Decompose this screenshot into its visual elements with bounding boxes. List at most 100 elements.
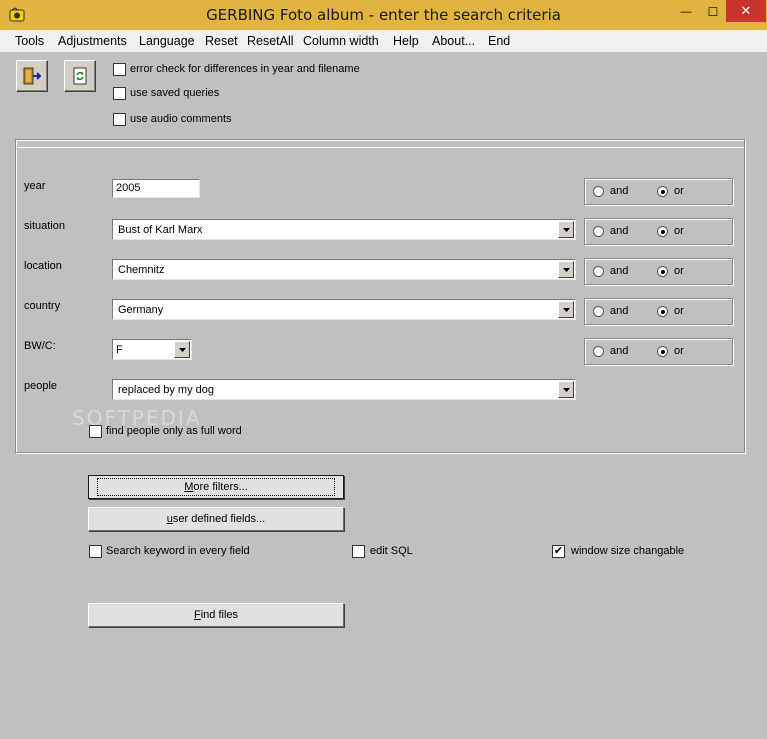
chevron-down-icon — [562, 227, 570, 232]
search-every-field-label: Search keyword in every field — [106, 545, 250, 557]
edit-sql-label: edit SQL — [370, 545, 413, 557]
and-label: and — [610, 185, 629, 197]
chevron-down-icon — [562, 267, 570, 272]
or-label: or — [674, 305, 684, 317]
audio-comments-checkbox[interactable] — [113, 113, 126, 126]
year-or-radio[interactable] — [657, 186, 668, 197]
user-defined-fields-label: user defined fields... — [167, 513, 265, 525]
location-value: Chemnitz — [118, 264, 165, 276]
country-dropdown-button[interactable] — [558, 301, 574, 318]
situation-logic-group: and or — [584, 218, 733, 245]
country-or-radio[interactable] — [657, 306, 668, 317]
or-label: or — [674, 225, 684, 237]
country-logic-group: and or — [584, 298, 733, 325]
window-title: GERBING Foto album - enter the search cr… — [206, 6, 561, 24]
error-check-label: error check for differences in year and … — [130, 63, 360, 75]
year-and-radio[interactable] — [593, 186, 604, 197]
bwc-value: F — [116, 344, 123, 356]
bwc-or-radio[interactable] — [657, 346, 668, 357]
or-label: or — [674, 185, 684, 197]
search-every-field-checkbox[interactable] — [89, 545, 102, 558]
chevron-down-icon — [562, 387, 570, 392]
people-combo[interactable]: replaced by my dog — [112, 379, 576, 400]
title-bar[interactable]: GERBING Foto album - enter the search cr… — [0, 0, 767, 30]
bwc-and-radio[interactable] — [593, 346, 604, 357]
bwc-dropdown-button[interactable] — [174, 341, 190, 358]
chevron-down-icon — [562, 307, 570, 312]
and-label: and — [610, 345, 629, 357]
or-label: or — [674, 265, 684, 277]
menu-reset[interactable]: Reset — [205, 34, 238, 48]
refresh-tool-button[interactable] — [64, 60, 96, 92]
close-button[interactable]: ✕ — [726, 0, 766, 22]
situation-and-radio[interactable] — [593, 226, 604, 237]
situation-or-radio[interactable] — [657, 226, 668, 237]
find-files-label: Find files — [194, 609, 238, 621]
maximize-icon: ☐ — [707, 5, 719, 19]
location-or-radio[interactable] — [657, 266, 668, 277]
people-fullword-checkbox[interactable] — [89, 425, 102, 438]
exit-door-icon — [23, 67, 42, 85]
menu-tools[interactable]: Tools — [15, 34, 44, 48]
year-logic-group: and or — [584, 178, 733, 205]
saved-queries-label: use saved queries — [130, 87, 220, 99]
location-label: location — [24, 260, 62, 272]
situation-label: situation — [24, 220, 65, 232]
exit-tool-button[interactable] — [16, 60, 48, 92]
menu-end[interactable]: End — [488, 34, 510, 48]
location-and-radio[interactable] — [593, 266, 604, 277]
menu-column-width[interactable]: Column width — [303, 34, 379, 48]
window-size-checkbox[interactable]: ✔ — [552, 545, 565, 558]
minimize-button[interactable]: — — [672, 1, 700, 23]
bwc-label: BW/C: — [24, 340, 56, 352]
people-label: people — [24, 380, 58, 392]
menu-adjustments[interactable]: Adjustments — [58, 34, 127, 48]
checkmark-icon: ✔ — [553, 545, 564, 557]
year-input[interactable]: 2005 — [112, 179, 200, 198]
more-filters-label: More filters... — [97, 478, 335, 496]
close-icon: ✕ — [740, 3, 752, 18]
more-filters-text: ore filters... — [193, 481, 248, 493]
bwc-logic-group: and or — [584, 338, 733, 365]
window-size-label: window size changable — [571, 545, 685, 557]
situation-combo[interactable]: Bust of Karl Marx — [112, 219, 576, 240]
user-defined-fields-button[interactable]: user defined fields... — [88, 507, 344, 531]
find-files-text: ind files — [200, 609, 239, 621]
minimize-icon: — — [680, 6, 692, 18]
bwc-combo[interactable]: F — [112, 339, 192, 360]
location-dropdown-button[interactable] — [558, 261, 574, 278]
maximize-button[interactable]: ☐ — [700, 1, 726, 23]
and-label: and — [610, 265, 629, 277]
and-label: and — [610, 305, 629, 317]
menu-help[interactable]: Help — [393, 34, 419, 48]
people-value: replaced by my dog — [118, 384, 214, 396]
more-filters-button[interactable]: More filters... — [88, 475, 344, 499]
menu-language[interactable]: Language — [139, 34, 195, 48]
menu-bar: Tools Adjustments Language Reset ResetAl… — [0, 30, 767, 52]
find-files-button[interactable]: Find files — [88, 603, 344, 627]
year-label: year — [24, 180, 46, 192]
or-label: or — [674, 345, 684, 357]
people-dropdown-button[interactable] — [558, 381, 574, 398]
audio-comments-label: use audio comments — [130, 113, 232, 125]
situation-value: Bust of Karl Marx — [118, 224, 203, 236]
edit-sql-checkbox[interactable] — [352, 545, 365, 558]
location-combo[interactable]: Chemnitz — [112, 259, 576, 280]
error-check-checkbox[interactable] — [113, 63, 126, 76]
chevron-down-icon — [178, 347, 186, 352]
location-logic-group: and or — [584, 258, 733, 285]
more-filters-mnemonic: M — [184, 481, 194, 493]
find-files-mnemonic: F — [193, 609, 201, 621]
people-fullword-label: find people only as full word — [106, 425, 242, 437]
and-label: and — [610, 225, 629, 237]
saved-queries-checkbox[interactable] — [113, 87, 126, 100]
country-combo[interactable]: Germany — [112, 299, 576, 320]
user-fields-text: ser defined fields... — [172, 513, 266, 525]
menu-about[interactable]: About... — [432, 34, 475, 48]
refresh-icon — [73, 67, 87, 85]
situation-dropdown-button[interactable] — [558, 221, 574, 238]
country-value: Germany — [118, 304, 164, 316]
country-label: country — [24, 300, 61, 312]
menu-resetall[interactable]: ResetAll — [247, 34, 294, 48]
country-and-radio[interactable] — [593, 306, 604, 317]
